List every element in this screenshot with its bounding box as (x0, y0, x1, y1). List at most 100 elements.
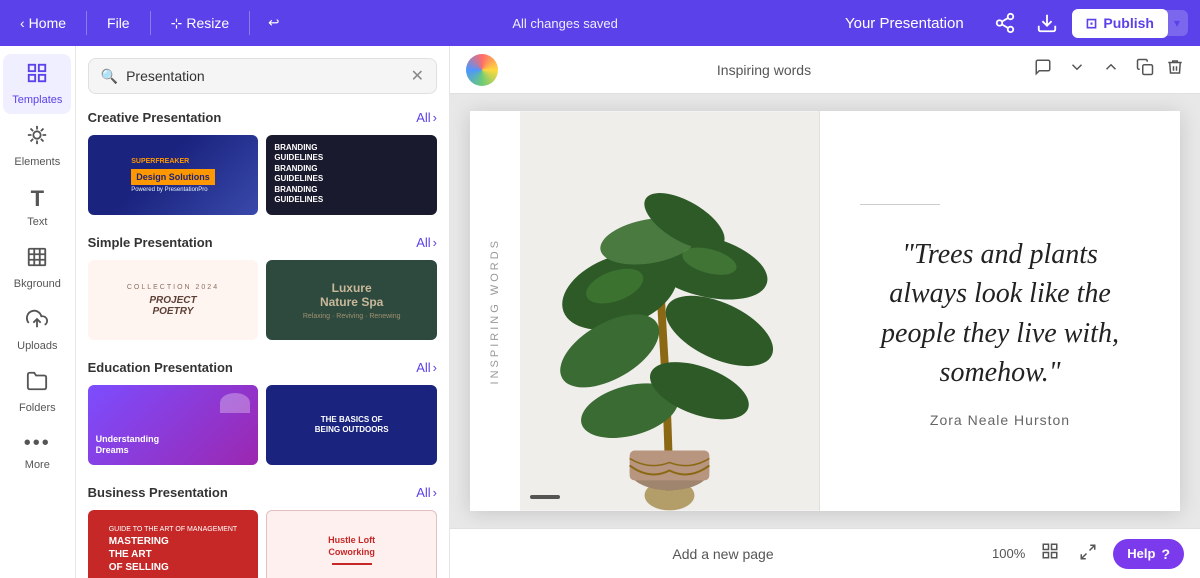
business-template-grid: GUIDE TO THE ART OF MANAGEMENT MASTERING… (88, 510, 437, 578)
slide-progress-bar (530, 495, 560, 499)
toolbar-right: Your Presentation ⊡ Publish ▾ (845, 6, 1188, 40)
clear-search-button[interactable]: ✕ (411, 66, 424, 86)
publish-icon: ⊡ (1086, 15, 1098, 32)
zoom-indicator: 100% (992, 546, 1025, 561)
sidebar-item-more[interactable]: ••• More (3, 424, 71, 479)
grid-view-button[interactable] (1037, 538, 1063, 569)
slide-decorative-line (860, 204, 940, 205)
sidebar-item-label: Elements (14, 156, 60, 168)
resize-button[interactable]: ⊹ Resize (163, 11, 238, 36)
chevron-right-icon: › (433, 235, 437, 250)
simple-template-grid: COLLECTION 2024 PROJECTPOETRY LuxureNatu… (88, 260, 437, 340)
chevron-right-icon: › (433, 360, 437, 375)
canvas-scroll[interactable]: INSPIRING WORDS (450, 94, 1200, 528)
sidebar-item-label: Folders (19, 402, 56, 414)
template-item[interactable]: THE BASICS OFBEING OUTDOORS (266, 385, 437, 465)
sidebar-item-templates[interactable]: Templates (3, 54, 71, 114)
sidebar-item-label: Templates (12, 94, 62, 106)
elements-icon (26, 124, 48, 152)
download-button[interactable] (1030, 6, 1064, 40)
fit-screen-button[interactable] (1075, 539, 1101, 568)
sidebar-item-uploads[interactable]: Uploads (3, 300, 71, 360)
template-item[interactable]: GUIDE TO THE ART OF MANAGEMENT MASTERING… (88, 510, 259, 578)
education-section-title: Education Presentation (88, 360, 233, 375)
search-input[interactable] (126, 68, 403, 84)
home-button[interactable]: ‹ Home (12, 11, 74, 35)
sidebar-item-folders[interactable]: Folders (3, 362, 71, 422)
file-button[interactable]: File (99, 11, 138, 35)
templates-icon (26, 62, 48, 90)
plant-illustration (520, 111, 819, 511)
slide-image-section (520, 111, 820, 511)
sidebar-item-label: Text (27, 216, 47, 228)
slide-author[interactable]: Zora Neale Hurston (860, 412, 1140, 428)
education-template-grid: UnderstandingDreams THE BASICS OFBEING O… (88, 385, 437, 465)
text-icon: T (31, 186, 44, 212)
creative-all-link[interactable]: All › (416, 110, 437, 125)
expand-button[interactable] (1064, 54, 1090, 85)
delete-slide-button[interactable] (1166, 58, 1184, 81)
main-content: Templates Elements T Text Bkground (0, 46, 1200, 578)
templates-panel: 🔍 ✕ Creative Presentation All › SUPERFRE… (76, 46, 450, 578)
chevron-right-icon: › (433, 110, 437, 125)
search-bar: 🔍 ✕ (88, 58, 437, 94)
search-icon: 🔍 (101, 68, 118, 85)
publish-button[interactable]: ⊡ Publish (1072, 9, 1168, 38)
chevron-left-icon: ‹ (20, 15, 25, 31)
gradient-color-button[interactable] (466, 54, 498, 86)
publish-dropdown-button[interactable]: ▾ (1166, 10, 1188, 36)
help-icon: ? (1161, 546, 1170, 562)
creative-template-grid: SUPERFREAKER Design Solutions Powered by… (88, 135, 437, 215)
creative-section-title: Creative Presentation (88, 110, 222, 125)
simple-all-link[interactable]: All › (416, 235, 437, 250)
creative-section-header: Creative Presentation All › (88, 110, 437, 125)
sidebar-icons: Templates Elements T Text Bkground (0, 46, 76, 578)
separator (86, 11, 87, 35)
template-item[interactable]: Hustle LoftCoworking (266, 510, 437, 578)
slide-vertical-text: INSPIRING WORDS (489, 238, 501, 384)
template-item[interactable]: LuxureNature Spa Relaxing · Reviving · R… (266, 260, 437, 340)
slide-quote[interactable]: "Trees and plants always look like the p… (860, 235, 1140, 392)
help-button[interactable]: Help ? (1113, 539, 1184, 569)
simple-section-header: Simple Presentation All › (88, 235, 437, 250)
chevron-right-icon: › (433, 485, 437, 500)
undo-button[interactable]: ↩ (262, 9, 285, 37)
education-all-link[interactable]: All › (416, 360, 437, 375)
sidebar-item-elements[interactable]: Elements (3, 116, 71, 176)
uploads-icon (26, 308, 48, 336)
canvas-toolbar-right (1030, 54, 1184, 85)
main-toolbar: ‹ Home File ⊹ Resize ↩ All changes saved… (0, 0, 1200, 46)
folders-icon (26, 370, 48, 398)
business-section-header: Business Presentation All › (88, 485, 437, 500)
business-all-link[interactable]: All › (416, 485, 437, 500)
slide[interactable]: INSPIRING WORDS (470, 111, 1180, 511)
template-item[interactable]: BRANDINGGUIDELINESBRANDINGGUIDELINESBRAN… (266, 135, 437, 215)
template-item[interactable]: SUPERFREAKER Design Solutions Powered by… (88, 135, 259, 215)
canvas-area: Inspiring words (450, 46, 1200, 578)
canvas-toolbar: Inspiring words (450, 46, 1200, 94)
resize-icon: ⊹ (171, 15, 183, 32)
template-item[interactable]: COLLECTION 2024 PROJECTPOETRY (88, 260, 259, 340)
bottom-bar: Add a new page 100% Help ? (450, 528, 1200, 578)
background-icon (26, 246, 48, 274)
share-button[interactable] (988, 6, 1022, 40)
slide-content-section: "Trees and plants always look like the p… (820, 111, 1180, 511)
comment-button[interactable] (1030, 54, 1056, 85)
education-section-header: Education Presentation All › (88, 360, 437, 375)
slide-left-text: INSPIRING WORDS (470, 111, 520, 511)
sidebar-item-background[interactable]: Bkground (3, 238, 71, 298)
presentation-title: Your Presentation (845, 15, 964, 32)
sidebar-item-label: Uploads (17, 340, 57, 352)
sidebar-item-text[interactable]: T Text (3, 178, 71, 236)
business-section-title: Business Presentation (88, 485, 228, 500)
separator (150, 11, 151, 35)
add-page-button[interactable]: Add a new page (466, 538, 980, 570)
sidebar-item-label: Bkground (14, 278, 61, 290)
template-item[interactable]: UnderstandingDreams (88, 385, 259, 465)
simple-section-title: Simple Presentation (88, 235, 213, 250)
collapse-button[interactable] (1098, 54, 1124, 85)
slide-label: Inspiring words (717, 62, 811, 78)
save-status: All changes saved (293, 16, 837, 31)
more-icon: ••• (24, 432, 51, 455)
duplicate-button[interactable] (1132, 54, 1158, 85)
